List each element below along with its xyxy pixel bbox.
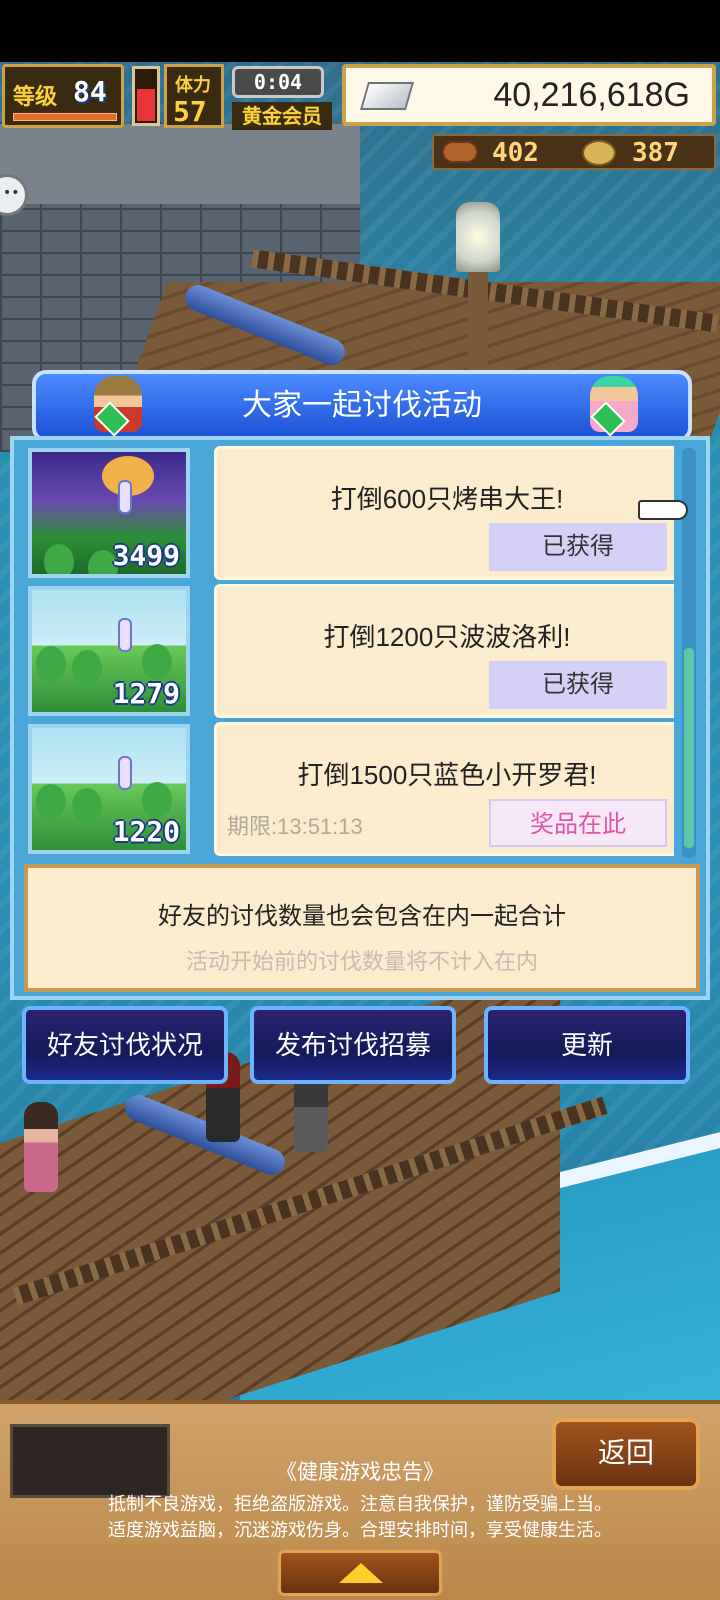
level-panel: 等级 84 [2, 64, 124, 128]
prize-button[interactable]: 奖品在此 [489, 799, 667, 847]
dialog-body: 3499 打倒600只烤串大王! 已获得 1279 打倒1200只波波洛利! 已… [10, 436, 710, 1000]
post-recruit-button[interactable]: 发布讨伐招募 [250, 1006, 456, 1084]
event-dialog: 大家一起讨伐活动 3499 打倒600只烤串大王! 已获得 1279 打倒120… [10, 370, 710, 1000]
health-advice-title: 《健康游戏忠告》 [276, 1461, 444, 1484]
meat-icon [442, 141, 478, 163]
obtained-button[interactable]: 已获得 [489, 661, 667, 709]
obtained-button[interactable]: 已获得 [489, 523, 667, 571]
mission-title: 打倒600只烤串大王! [330, 484, 564, 514]
knight-character-icon [84, 366, 152, 446]
pointing-hand-icon [638, 496, 688, 524]
scrollbar-thumb[interactable] [684, 648, 694, 848]
tree [142, 782, 172, 818]
mission-title: 打倒1500只蓝色小开罗君! [297, 760, 597, 790]
level-label: 等级 [13, 85, 58, 110]
stamina-label: 体力 [175, 75, 211, 96]
mission-card: 打倒600只烤串大王! 已获得 [214, 446, 674, 580]
meat-value: 402 [492, 138, 539, 168]
level-exp-bar [13, 113, 117, 121]
level-value: 84 [73, 75, 107, 108]
kill-count: 3499 [112, 539, 180, 572]
princess-character-icon [580, 366, 648, 446]
note-sub-text: 活动开始前的讨伐数量将不计入在内 [185, 949, 538, 974]
note-main-text: 好友的讨伐数量也会包含在内一起合计 [158, 903, 566, 930]
monster-thumbnail: 1220 [28, 724, 190, 854]
chevron-up-icon[interactable] [278, 1550, 442, 1596]
refresh-button[interactable]: 更新 [484, 1006, 690, 1084]
dialog-title: 大家一起讨伐活动 [242, 389, 482, 422]
stamina-gauge [132, 66, 160, 126]
friends-status-button[interactable]: 好友讨伐状况 [22, 1006, 228, 1084]
lamp-post [468, 272, 488, 382]
tree [72, 788, 102, 824]
boss-thumbnail: 3499 [28, 448, 190, 578]
mission-list[interactable]: 3499 打倒600只烤串大王! 已获得 1279 打倒1200只波波洛利! 已… [24, 446, 674, 858]
info-note: 好友的讨伐数量也会包含在内一起合计 活动开始前的讨伐数量将不计入在内 [24, 864, 700, 992]
money-panel: 40,216,618G [342, 64, 716, 126]
health-advice-line: 抵制不良游戏，拒绝盗版游戏。注意自我保护，谨防受骗上当。 [108, 1494, 612, 1514]
monster-thumbnail: 1279 [28, 586, 190, 716]
mission-title: 打倒1200只波波洛利! [323, 622, 571, 652]
mission-row[interactable]: 1279 打倒1200只波波洛利! 已获得 [24, 584, 674, 718]
stamina-timer: 0:04 [232, 66, 324, 98]
money-value: 40,216,618G [493, 76, 690, 114]
medal-value: 387 [632, 138, 679, 168]
tree [36, 784, 66, 820]
medal-icon [582, 140, 616, 166]
mission-card: 打倒1200只波波洛利! 已获得 [214, 584, 674, 718]
mission-row[interactable]: 3499 打倒600只烤串大王! 已获得 [24, 446, 674, 580]
mission-card: 打倒1500只蓝色小开罗君! 期限:13:51:13 奖品在此 [214, 722, 674, 856]
stamina-value: 57 [173, 95, 207, 128]
tree [44, 544, 74, 574]
kill-count: 1279 [112, 677, 180, 710]
mission-row[interactable]: 1220 打倒1500只蓝色小开罗君! 期限:13:51:13 奖品在此 [24, 722, 674, 856]
lamp [456, 202, 500, 272]
bottom-panel: 返回 《健康游戏忠告》 抵制不良游戏，拒绝盗版游戏。注意自我保护，谨防受骗上当。… [0, 1400, 720, 1600]
castle-roof [0, 124, 360, 204]
silver-bar-icon [359, 82, 415, 110]
stamina-gauge-fill [137, 88, 155, 121]
pointing-hand-shape [638, 500, 688, 520]
tree [36, 646, 66, 682]
kill-count: 1220 [112, 815, 180, 848]
health-advice-line: 适度游戏益脑，沉迷游戏伤身。合理安排时间，享受健康生活。 [108, 1520, 612, 1540]
resource-panel: 402 387 [432, 134, 716, 170]
tree [142, 644, 172, 680]
exclamation-icon [118, 756, 132, 790]
mission-deadline: 期限:13:51:13 [227, 814, 363, 839]
exclamation-icon [118, 618, 132, 652]
stamina-panel: 体力 57 [164, 64, 224, 128]
npc-character[interactable] [24, 1102, 58, 1192]
tree [72, 650, 102, 686]
top-hud: 等级 84 体力 57 0:04 黄金会员 40,216,618G 402 38… [0, 62, 720, 216]
exclamation-icon [118, 480, 132, 514]
membership-badge[interactable]: 黄金会员 [232, 102, 332, 130]
